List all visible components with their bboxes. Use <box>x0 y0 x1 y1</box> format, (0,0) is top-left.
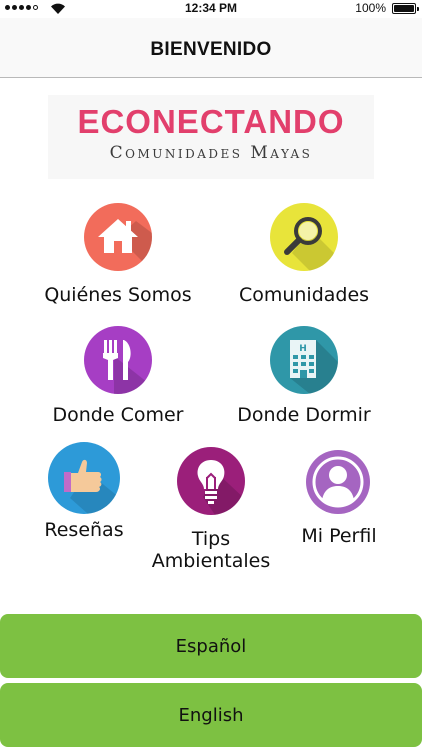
logo-subtitle: Comunidades Mayas <box>109 143 313 163</box>
fork-knife-icon <box>84 326 152 394</box>
user-icon <box>306 450 370 514</box>
menu-item-sleep-label: Donde Dormir <box>237 404 371 426</box>
menu-item-eat[interactable]: Donde Comer <box>28 326 208 432</box>
menu-item-tips[interactable]: Tips Ambientales <box>146 447 276 573</box>
house-icon <box>84 203 152 271</box>
magnifier-icon <box>270 203 338 271</box>
menu-item-about[interactable]: Quiénes Somos <box>28 203 208 309</box>
svg-text:H: H <box>299 344 307 354</box>
english-button[interactable]: English <box>0 683 422 747</box>
menu-item-tips-label-line1: Tips <box>191 528 231 550</box>
menu-item-reviews[interactable]: Reseñas <box>20 442 148 546</box>
lightbulb-icon <box>177 447 245 515</box>
menu-item-tips-label-line2: Ambientales <box>151 550 271 572</box>
menu-item-profile[interactable]: Mi Perfil <box>286 450 392 554</box>
logo-title: ECONECTANDO <box>77 103 345 140</box>
navigation-bar: BIENVENIDO <box>0 18 422 78</box>
status-bar: 12:34 PM 100% <box>0 0 422 18</box>
menu-item-communities-label: Comunidades <box>238 284 370 306</box>
battery-icon <box>392 3 419 14</box>
menu-item-sleep[interactable]: H Donde Dormir <box>214 326 394 432</box>
menu-item-eat-label: Donde Comer <box>52 404 184 426</box>
app-logo: ECONECTANDO Comunidades Mayas <box>48 95 374 179</box>
battery-percent: 100% <box>355 1 386 15</box>
spanish-button[interactable]: Español <box>0 614 422 678</box>
thumbs-up-icon <box>48 442 120 514</box>
menu-item-profile-label: Mi Perfil <box>301 525 377 547</box>
hotel-icon: H <box>270 326 338 394</box>
menu-item-communities[interactable]: Comunidades <box>214 203 394 309</box>
page-title: BIENVENIDO <box>150 39 272 60</box>
menu-item-reviews-label: Reseñas <box>44 519 124 541</box>
menu-item-about-label: Quiénes Somos <box>44 284 192 306</box>
